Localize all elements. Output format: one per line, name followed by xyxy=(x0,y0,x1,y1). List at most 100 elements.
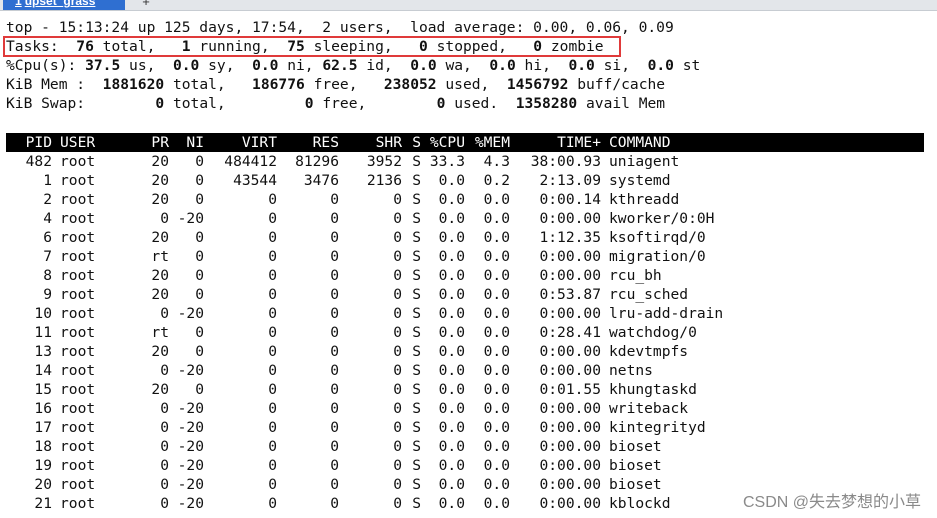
cell-user: root xyxy=(60,381,96,398)
cell-ni: -20 xyxy=(177,419,204,436)
cell-res: 0 xyxy=(330,419,339,436)
cell-mem: 0.0 xyxy=(483,400,510,417)
cell-cpu: 0.0 xyxy=(438,457,465,474)
cell-pid: 11 xyxy=(34,324,52,341)
cell-time: 0:00.00 xyxy=(539,210,601,227)
cell-state: S xyxy=(412,362,421,379)
cpu-us-label: us, xyxy=(129,57,156,74)
table-row: 1 root 20 0 43544 3476 2136 S 0.0 0.2 2:13.09 syste… xyxy=(6,171,924,190)
cell-time: 0:00.00 xyxy=(539,438,601,455)
cell-cpu: 0.0 xyxy=(438,191,465,208)
terminal-tab-bar: 1upset_grass × + xyxy=(0,0,937,11)
cpu-label: %Cpu(s): xyxy=(6,57,77,74)
cell-cpu: 0.0 xyxy=(438,400,465,417)
cell-user: root xyxy=(60,419,96,436)
swap-free: 0 xyxy=(304,95,314,112)
cell-shr: 0 xyxy=(393,400,402,417)
col-mem[interactable]: %MEM xyxy=(465,133,510,152)
cell-cpu: 0.0 xyxy=(438,495,465,512)
cell-command: netns xyxy=(609,362,653,379)
cell-command: migration/0 xyxy=(609,248,706,265)
mem-cache-label: buff/cache xyxy=(577,76,666,93)
cell-ni: 0 xyxy=(195,153,204,170)
table-row: 16 root 0 -20 0 0 0 S 0.0 0.0 0:00.00 writeback xyxy=(6,399,924,418)
cell-state: S xyxy=(412,248,421,265)
cell-shr: 0 xyxy=(393,305,402,322)
cell-user: root xyxy=(60,210,96,227)
cell-user: root xyxy=(60,343,96,360)
table-row: 17 root 0 -20 0 0 0 S 0.0 0.0 0:00.00 kintegrityd xyxy=(6,418,924,437)
cpu-si-label: si, xyxy=(603,57,630,74)
cell-state: S xyxy=(412,495,421,512)
mem-line: KiB Mem : 1881620 total, 186776 free, 23… xyxy=(6,75,665,94)
cell-res: 0 xyxy=(330,343,339,360)
mem-cache: 1456792 xyxy=(506,76,569,93)
cpu-wa-label: wa, xyxy=(445,57,472,74)
cell-mem: 0.0 xyxy=(483,362,510,379)
cell-res: 81296 xyxy=(295,153,339,170)
cell-pid: 13 xyxy=(34,343,52,360)
cell-user: root xyxy=(60,438,96,455)
col-command[interactable]: COMMAND xyxy=(609,133,671,152)
col-virt[interactable]: VIRT xyxy=(208,133,277,152)
cell-time: 0:00.00 xyxy=(539,248,601,265)
swap-avail-label: avail Mem xyxy=(586,95,666,112)
swap-total: 0 xyxy=(155,95,165,112)
cpu-ni-label: ni, xyxy=(287,57,314,74)
cell-ni: -20 xyxy=(177,495,204,512)
cell-pr: 0 xyxy=(160,400,169,417)
cell-cpu: 0.0 xyxy=(438,419,465,436)
cell-pr: 0 xyxy=(160,457,169,474)
cell-pid: 9 xyxy=(43,286,52,303)
col-cpu[interactable]: %CPU xyxy=(421,133,465,152)
session-tab[interactable]: 1upset_grass × xyxy=(3,0,125,10)
close-tab-icon[interactable]: × xyxy=(115,0,121,4)
cell-time: 0:00.00 xyxy=(539,362,601,379)
cell-state: S xyxy=(412,191,421,208)
cell-ni: 0 xyxy=(195,286,204,303)
col-state[interactable]: S xyxy=(406,133,421,152)
cell-virt: 0 xyxy=(268,248,277,265)
col-time[interactable]: TIME+ xyxy=(510,133,601,152)
cell-command: kdevtmpfs xyxy=(609,343,689,360)
table-row: 19 root 0 -20 0 0 0 S 0.0 0.0 0:00.00 bioset xyxy=(6,456,924,475)
col-pid[interactable]: PID xyxy=(6,133,52,152)
cell-shr: 0 xyxy=(393,343,402,360)
cell-virt: 0 xyxy=(268,286,277,303)
cell-mem: 0.0 xyxy=(483,267,510,284)
cell-pr: 0 xyxy=(160,419,169,436)
cell-state: S xyxy=(412,419,421,436)
col-shr[interactable]: SHR xyxy=(339,133,402,152)
cell-state: S xyxy=(412,343,421,360)
col-user[interactable]: USER xyxy=(60,133,95,152)
cell-time: 1:12.35 xyxy=(539,229,601,246)
cell-res: 0 xyxy=(330,248,339,265)
cell-pid: 7 xyxy=(43,248,52,265)
cell-state: S xyxy=(412,457,421,474)
new-tab-icon[interactable]: + xyxy=(140,0,152,10)
cell-virt: 0 xyxy=(268,191,277,208)
col-ni[interactable]: NI xyxy=(172,133,204,152)
col-pr[interactable]: PR xyxy=(136,133,169,152)
col-res[interactable]: RES xyxy=(277,133,339,152)
table-row: 6 root 20 0 0 0 0 S 0.0 0.0 1:12.35 ksoftirqd/0 xyxy=(6,228,924,247)
swap-avail: 1358280 xyxy=(515,95,578,112)
cell-ni: -20 xyxy=(177,400,204,417)
cell-command: watchdog/0 xyxy=(609,324,697,341)
cell-user: root xyxy=(60,172,96,189)
table-row: 18 root 0 -20 0 0 0 S 0.0 0.0 0:00.00 bioset xyxy=(6,437,924,456)
cell-pid: 16 xyxy=(34,400,52,417)
cell-pid: 15 xyxy=(34,381,52,398)
cell-cpu: 0.0 xyxy=(438,362,465,379)
cpu-sy: 0.0 xyxy=(172,57,200,74)
cell-res: 3476 xyxy=(303,172,339,189)
cell-pid: 17 xyxy=(34,419,52,436)
cell-virt: 0 xyxy=(268,476,277,493)
cell-user: root xyxy=(60,495,96,512)
cell-virt: 0 xyxy=(268,381,277,398)
cell-ni: -20 xyxy=(177,210,204,227)
swap-used-label: used. xyxy=(454,95,499,112)
cell-res: 0 xyxy=(330,495,339,512)
cell-user: root xyxy=(60,267,96,284)
cell-mem: 0.0 xyxy=(483,305,510,322)
